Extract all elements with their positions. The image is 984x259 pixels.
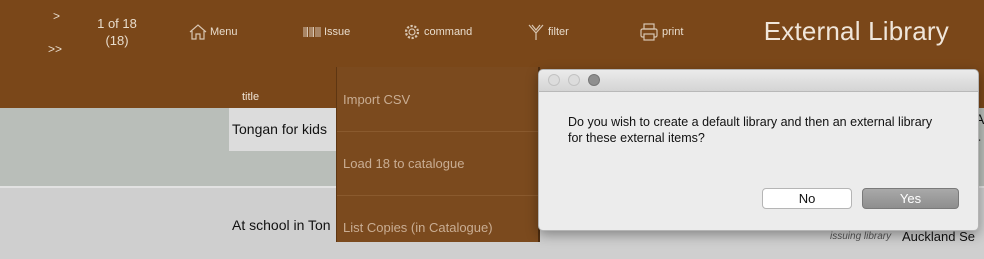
menu-item-list-copies[interactable]: List Copies (in Catalogue) — [337, 195, 538, 259]
app-title: External Library — [763, 16, 949, 46]
yes-button[interactable]: Yes — [862, 188, 959, 209]
next-record-button[interactable]: > — [53, 9, 60, 23]
table-cell-title: At school in Ton — [232, 217, 331, 233]
print-button[interactable]: print — [638, 22, 683, 42]
record-counter: 1 of 18 (18) — [86, 15, 148, 49]
filter-label: filter — [548, 26, 569, 38]
close-window-button[interactable] — [548, 74, 560, 86]
command-menu: Import CSV Load 18 to catalogue List Cop… — [336, 67, 540, 242]
issue-label: Issue — [324, 26, 351, 38]
record-position: 1 of 18 — [97, 16, 137, 31]
menu-label: Menu — [210, 26, 238, 38]
last-record-button[interactable]: >> — [48, 42, 62, 56]
no-button[interactable]: No — [762, 188, 852, 209]
column-header-title[interactable]: title — [242, 91, 259, 103]
home-icon — [189, 24, 207, 40]
issuing-library-label: issuing library — [830, 231, 892, 242]
menu-item-load-to-catalogue[interactable]: Load 18 to catalogue — [337, 131, 538, 195]
barcode-icon — [303, 27, 321, 37]
filter-button[interactable]: filter — [526, 22, 569, 42]
zoom-window-button[interactable] — [588, 74, 600, 86]
dialog-message: Do you wish to create a default library … — [568, 115, 933, 145]
menu-item-import-csv[interactable]: Import CSV — [337, 67, 538, 131]
issue-button[interactable]: Issue — [302, 22, 350, 42]
command-button[interactable]: command — [402, 22, 472, 42]
command-label: command — [424, 26, 473, 38]
table-cell-title: Tongan for kids — [232, 121, 327, 137]
dialog-titlebar — [539, 70, 978, 92]
filter-icon — [528, 24, 544, 40]
print-label: print — [662, 26, 684, 38]
minimize-window-button[interactable] — [568, 74, 580, 86]
gear-icon — [404, 24, 420, 40]
confirm-dialog: Do you wish to create a default library … — [538, 69, 979, 231]
record-total: (18) — [105, 33, 129, 48]
printer-icon — [640, 23, 658, 41]
menu-button[interactable]: Menu — [188, 22, 238, 42]
